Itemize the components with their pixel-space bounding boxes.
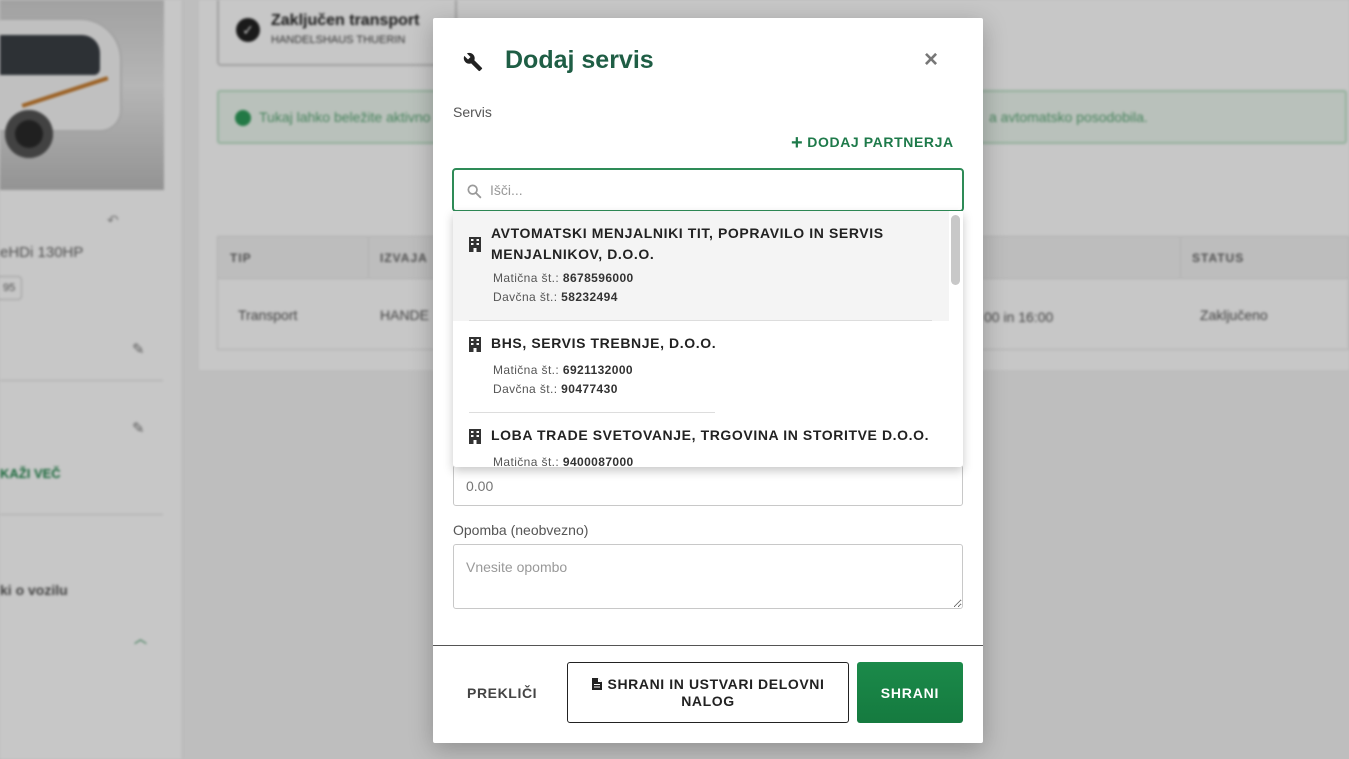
partner-option[interactable]: LOBA TRADE SVETOVANJE, TRGOVINA IN STORI… bbox=[453, 413, 949, 467]
building-icon bbox=[469, 429, 481, 444]
partner-option[interactable]: BHS, SERVIS TREBNJE, D.O.O. Matična št.:… bbox=[453, 321, 949, 413]
partner-name: BHS, SERVIS TREBNJE, D.O.O. bbox=[491, 335, 717, 351]
partner-name: AVTOMATSKI MENJALNIKI TIT, POPRAVILO IN … bbox=[491, 225, 884, 262]
add-partner-button[interactable]: + DODAJ PARTNERJA bbox=[791, 132, 954, 155]
save-button[interactable]: SHRANI bbox=[857, 662, 963, 723]
partner-option[interactable]: AVTOMATSKI MENJALNIKI TIT, POPRAVILO IN … bbox=[453, 211, 949, 321]
note-textarea[interactable] bbox=[453, 544, 963, 609]
building-icon bbox=[469, 237, 481, 252]
wrench-icon bbox=[463, 52, 483, 72]
servis-label: Servis bbox=[453, 104, 492, 120]
building-icon bbox=[469, 337, 481, 352]
footer-divider bbox=[433, 645, 983, 646]
partner-registration-number: Matična št.: 9400087000 bbox=[493, 455, 634, 467]
document-icon bbox=[591, 677, 602, 690]
save-and-create-work-order-button[interactable]: SHRANI IN USTVARI DELOVNI NALOG bbox=[567, 662, 849, 723]
note-label: Opomba (neobvezno) bbox=[453, 522, 589, 538]
close-icon[interactable]: × bbox=[919, 48, 943, 72]
search-icon bbox=[467, 184, 482, 199]
search-input[interactable] bbox=[490, 178, 950, 202]
partner-registration-number: Matična št.: 8678596000 bbox=[493, 271, 634, 285]
plus-icon: + bbox=[791, 132, 804, 154]
partner-name: LOBA TRADE SVETOVANJE, TRGOVINA IN STORI… bbox=[491, 427, 930, 443]
partner-tax-number: Davčna št.: 58232494 bbox=[493, 290, 618, 304]
dropdown-scrollbar[interactable] bbox=[951, 215, 960, 285]
save-and-create-label: SHRANI IN USTVARI DELOVNI NALOG bbox=[607, 675, 825, 709]
cancel-button[interactable]: PREKLIČI bbox=[467, 682, 537, 704]
add-partner-label: DODAJ PARTNERJA bbox=[807, 134, 954, 150]
partner-tax-number: Davčna št.: 90477430 bbox=[493, 382, 618, 396]
amount-input[interactable] bbox=[453, 465, 963, 506]
partner-search-field[interactable] bbox=[452, 168, 964, 212]
add-service-modal: Dodaj servis × Servis +DODAJ PARTNERJA A… bbox=[433, 18, 983, 743]
modal-title: Dodaj servis bbox=[505, 46, 654, 74]
partner-registration-number: Matična št.: 6921132000 bbox=[493, 363, 633, 377]
partner-dropdown: AVTOMATSKI MENJALNIKI TIT, POPRAVILO IN … bbox=[453, 211, 963, 467]
